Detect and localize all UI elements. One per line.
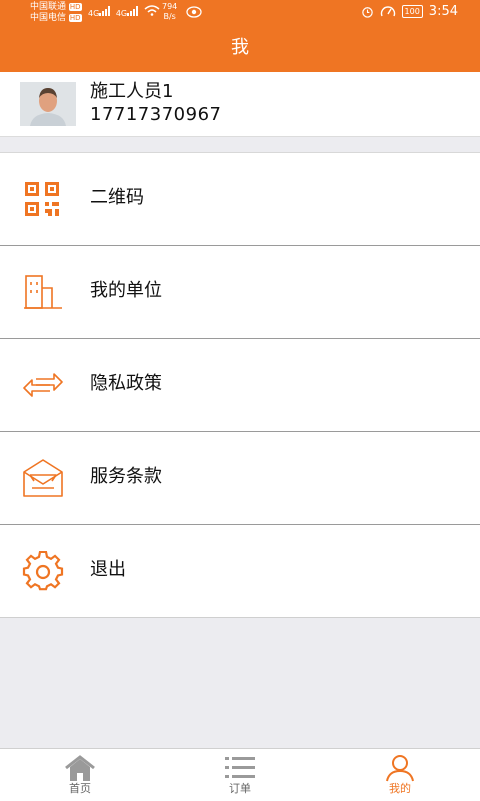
app-header: 中国联通 HD 中国电信 HD 4G 4G 794 B/s 100 3:54 我 bbox=[0, 0, 480, 72]
home-icon bbox=[63, 754, 97, 782]
wifi-icon bbox=[144, 5, 160, 16]
hd-badge: HD bbox=[68, 14, 82, 22]
menu-item-my-unit[interactable]: 我的单位 bbox=[0, 246, 480, 339]
network-type: 4G bbox=[88, 9, 100, 18]
menu-item-label: 隐私政策 bbox=[90, 373, 162, 394]
bottom-tab-bar: 首页 订单 我的 bbox=[0, 748, 480, 801]
eye-icon bbox=[186, 6, 202, 21]
alarm-icon bbox=[361, 7, 373, 18]
tab-me[interactable]: 我的 bbox=[350, 749, 450, 801]
page-title: 我 bbox=[231, 37, 249, 58]
menu-item-privacy-policy[interactable]: 隐私政策 bbox=[0, 339, 480, 432]
tab-label: 我的 bbox=[389, 782, 411, 795]
profile-card[interactable]: 施工人员1 17717370967 bbox=[0, 72, 480, 137]
speed-value: 794 bbox=[162, 2, 178, 11]
person-icon bbox=[383, 754, 417, 782]
tab-orders[interactable]: 订单 bbox=[190, 749, 290, 801]
gear-icon bbox=[22, 550, 64, 591]
carrier-info: 中国联通 HD 中国电信 HD bbox=[30, 2, 82, 24]
exchange-arrows-icon bbox=[22, 365, 64, 405]
qr-code-icon bbox=[22, 179, 64, 219]
user-name: 施工人员1 bbox=[90, 81, 174, 102]
menu-item-label: 退出 bbox=[90, 559, 126, 580]
tab-home[interactable]: 首页 bbox=[30, 749, 130, 801]
menu-item-label: 二维码 bbox=[90, 187, 144, 208]
carrier-2: 中国电信 bbox=[30, 13, 67, 23]
net-speed: 794 B/s bbox=[162, 2, 177, 22]
network-type: 4G bbox=[115, 9, 128, 18]
time: 3:54 bbox=[428, 4, 458, 19]
signal-icon: 4G 4G bbox=[88, 5, 160, 18]
menu-list: 二维码 我的单位 隐私政策 服务条款 退出 bbox=[0, 152, 480, 618]
avatar[interactable] bbox=[20, 82, 76, 126]
battery-icon: 100 bbox=[401, 5, 423, 18]
user-phone: 17717370967 bbox=[90, 104, 222, 125]
menu-item-qr-code[interactable]: 二维码 bbox=[0, 153, 480, 246]
building-icon bbox=[22, 272, 64, 312]
menu-item-label: 我的单位 bbox=[90, 280, 162, 301]
carrier-1: 中国联通 bbox=[30, 2, 67, 12]
list-icon bbox=[223, 754, 257, 782]
menu-item-label: 服务条款 bbox=[90, 466, 162, 487]
status-bar: 中国联通 HD 中国电信 HD 4G 4G 794 B/s 100 3:54 bbox=[0, 0, 480, 26]
hd-badge: HD bbox=[68, 3, 82, 11]
speedometer-icon bbox=[380, 6, 395, 17]
status-right: 100 3:54 bbox=[361, 4, 458, 19]
menu-item-logout[interactable]: 退出 bbox=[0, 525, 480, 618]
envelope-icon bbox=[22, 458, 64, 498]
tab-label: 首页 bbox=[69, 782, 91, 795]
speed-unit: B/s bbox=[163, 12, 176, 21]
tab-label: 订单 bbox=[229, 782, 251, 795]
menu-item-terms-of-service[interactable]: 服务条款 bbox=[0, 432, 480, 525]
